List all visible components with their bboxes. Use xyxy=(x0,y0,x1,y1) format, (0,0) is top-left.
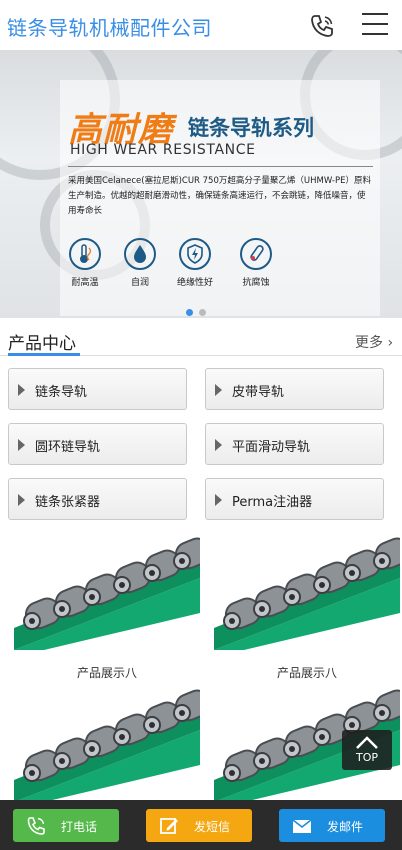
section-title-underline xyxy=(8,353,80,356)
product-card[interactable]: 产品展示八 xyxy=(14,533,200,681)
envelope-icon xyxy=(292,819,312,833)
category-label: 皮带导轨 xyxy=(232,385,285,400)
thermometer-icon xyxy=(69,238,101,270)
email-button[interactable]: 发邮件 xyxy=(279,809,385,842)
feature-label: 自润 xyxy=(130,278,149,288)
chain-guide-illustration xyxy=(214,537,400,650)
category-button[interactable]: 链条导轨 xyxy=(8,368,187,410)
header: 链条导轨机械配件公司 xyxy=(0,0,402,50)
category-label: Perma注油器 xyxy=(232,495,313,510)
shield-bolt-icon xyxy=(179,238,211,270)
carousel-dot[interactable] xyxy=(199,309,206,316)
feature-label: 耐高温 xyxy=(71,278,99,288)
banner-subtitle: HIGH WEAR RESISTANCE xyxy=(70,142,256,158)
category-button[interactable]: 平面滑动导轨 xyxy=(205,423,384,465)
triangle-right-icon xyxy=(215,384,222,396)
edit-icon xyxy=(160,818,178,834)
back-to-top-label: TOP xyxy=(355,751,378,764)
triangle-right-icon xyxy=(215,439,222,451)
more-link[interactable]: 更多 › xyxy=(355,332,393,352)
chain-guide-illustration xyxy=(14,689,200,802)
product-center-header: 产品中心 更多 › xyxy=(0,322,402,358)
category-button[interactable]: 皮带导轨 xyxy=(205,368,384,410)
feature-heat-resistant: 耐高温 xyxy=(55,238,115,288)
email-label: 发邮件 xyxy=(327,820,364,834)
divider xyxy=(68,166,373,167)
product-card[interactable]: 产品展示八 xyxy=(214,533,400,681)
droplet-icon xyxy=(124,238,156,270)
category-label: 平面滑动导轨 xyxy=(232,440,311,455)
footer-bar: 打电话 发短信 发邮件 xyxy=(0,800,402,850)
section-title: 产品中心 xyxy=(8,334,76,354)
feature-label: 绝缘性好 xyxy=(176,278,213,288)
banner-description: 采用美国Celanece(塞拉尼斯)CUR 750万超高分子量聚乙烯（UHMW-… xyxy=(68,176,371,216)
category-label: 圆环链导轨 xyxy=(35,440,101,455)
phone-icon xyxy=(27,817,45,835)
feature-self-lubricating: 自润 xyxy=(110,238,170,288)
category-button[interactable]: 圆环链导轨 xyxy=(8,423,187,465)
menu-icon[interactable] xyxy=(362,13,388,37)
product-image[interactable] xyxy=(14,533,200,650)
chevron-up-icon xyxy=(356,736,378,749)
call-label: 打电话 xyxy=(61,820,98,834)
feature-corrosion-resistant: 抗腐蚀 xyxy=(226,238,286,288)
banner-series: 链条导轨系列 xyxy=(188,116,314,140)
sms-button[interactable]: 发短信 xyxy=(146,809,252,842)
carousel-dots[interactable] xyxy=(186,301,212,318)
feature-label: 抗腐蚀 xyxy=(242,278,270,288)
chevron-right-icon: › xyxy=(387,335,394,351)
phone-icon[interactable] xyxy=(308,12,336,40)
carousel-dot[interactable] xyxy=(186,309,193,316)
product-name[interactable]: 产品展示八 xyxy=(14,664,200,681)
category-button[interactable]: Perma注油器 xyxy=(205,478,384,520)
category-label: 链条导轨 xyxy=(35,385,88,400)
product-image[interactable] xyxy=(14,685,200,802)
category-button[interactable]: 链条张紧器 xyxy=(8,478,187,520)
sms-label: 发短信 xyxy=(194,820,231,834)
category-label: 链条张紧器 xyxy=(35,495,101,510)
triangle-right-icon xyxy=(18,439,25,451)
site-title[interactable]: 链条导轨机械配件公司 xyxy=(7,12,212,41)
chain-guide-illustration xyxy=(14,537,200,650)
triangle-right-icon xyxy=(18,494,25,506)
more-label: 更多 xyxy=(355,335,383,351)
product-image[interactable] xyxy=(214,533,400,650)
triangle-right-icon xyxy=(18,384,25,396)
product-name[interactable]: 产品展示八 xyxy=(214,664,400,681)
back-to-top-button[interactable]: TOP xyxy=(342,730,392,770)
triangle-right-icon xyxy=(215,494,222,506)
product-card[interactable] xyxy=(14,685,200,816)
feature-insulation: 绝缘性好 xyxy=(165,238,225,288)
banner-carousel[interactable]: 高耐磨 链条导轨系列 HIGH WEAR RESISTANCE 采用美国Cela… xyxy=(0,50,402,318)
test-tube-icon xyxy=(240,238,272,270)
call-button[interactable]: 打电话 xyxy=(13,809,119,842)
